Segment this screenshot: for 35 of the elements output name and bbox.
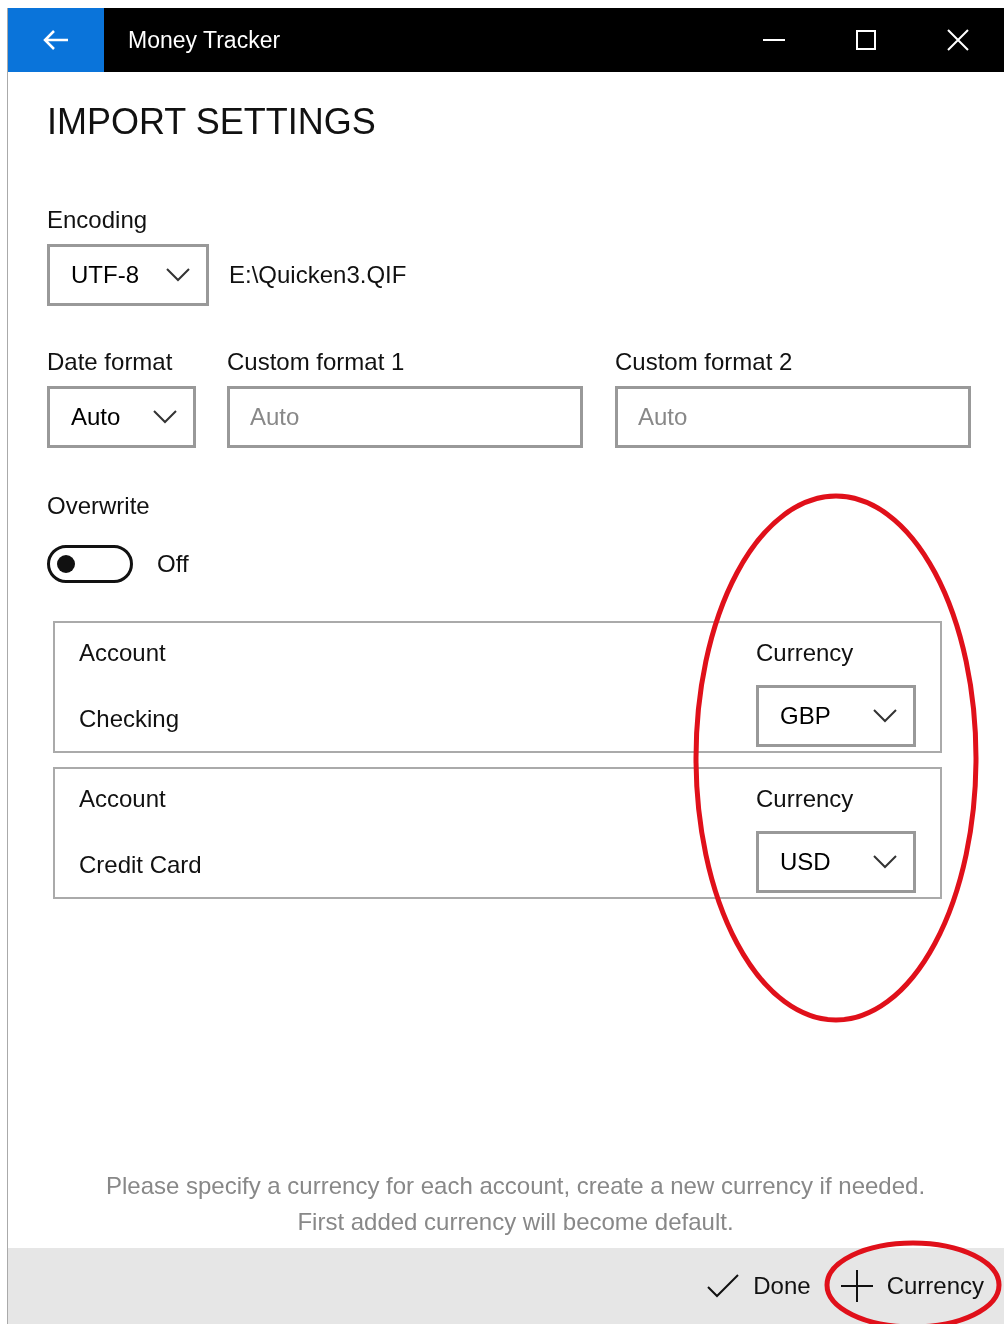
chevron-icon (153, 410, 177, 424)
page-title: IMPORT SETTINGS (47, 104, 377, 140)
chevron-icon (873, 709, 897, 723)
currency-dropdown[interactable]: GBP (756, 685, 916, 747)
encoding-dropdown[interactable]: UTF-8 (47, 244, 209, 306)
overwrite-toggle[interactable] (47, 545, 133, 583)
account-label: Account (79, 785, 166, 812)
field-label: Custom format 1 (227, 350, 405, 374)
check-icon (707, 1274, 740, 1298)
maximize-icon (856, 30, 876, 50)
field-label: Encoding (47, 208, 148, 232)
plus-icon (840, 1270, 873, 1302)
toggle-label: Overwrite (47, 494, 150, 518)
custom-format-field[interactable]: Auto (227, 386, 583, 448)
back-arrow-icon (43, 29, 69, 51)
account-label: Account (79, 639, 166, 666)
hint-text: Please specify a currency for each account, create a new currency if needed. First added currency will become default. (104, 1171, 927, 1237)
field-label: Custom format 2 (615, 350, 793, 374)
file-path: E:\Quicken3.QIF (229, 260, 407, 290)
custom-format-field[interactable]: Auto (615, 386, 971, 448)
field-label: Date format (47, 350, 173, 374)
minimize-icon (763, 39, 785, 41)
window-title: Money Tracker (128, 25, 282, 55)
account-name: Checking (79, 705, 180, 732)
currency-label: Currency (756, 639, 854, 666)
chevron-icon (873, 855, 897, 869)
date-format-dropdown[interactable]: Auto (47, 386, 196, 448)
add-currency-button[interactable]: Currency (840, 1268, 984, 1304)
currency-label: Currency (756, 785, 854, 812)
chevron-icon (166, 268, 190, 282)
account-name: Credit Card (79, 851, 202, 878)
close-icon (947, 29, 969, 51)
currency-dropdown[interactable]: USD (756, 831, 916, 893)
done-button[interactable]: Done (707, 1268, 811, 1304)
toggle-state: Off (157, 549, 189, 579)
